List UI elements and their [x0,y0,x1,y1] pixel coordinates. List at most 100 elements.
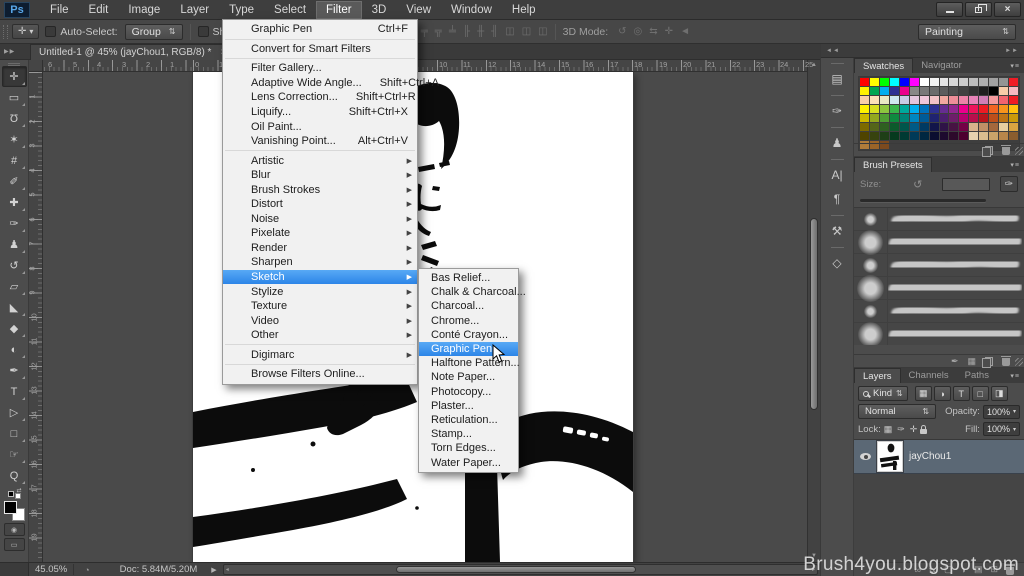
filter-menu-item-video[interactable]: Video ▶ [223,313,417,328]
filter-menu-item-artistic[interactable]: Artistic ▶ [223,153,417,168]
paint-bucket-tool[interactable]: ◣ [2,297,27,318]
menubar-item-select[interactable]: Select [264,1,316,19]
brush-preset-row[interactable] [854,229,1024,255]
default-colors-icon[interactable]: ⇄ [7,488,22,499]
tab-channels[interactable]: Channels [901,368,957,383]
tab-navigator[interactable]: Navigator [913,58,970,73]
swatch[interactable] [889,87,899,95]
swatch[interactable] [989,132,999,140]
swatch[interactable] [919,132,929,140]
swatch[interactable] [909,87,919,95]
clone-source-panel-button[interactable]: ♟ [824,131,851,155]
delete-swatch-icon[interactable] [1001,144,1011,155]
swatch[interactable] [999,78,1009,86]
sketch-submenu-item-water-paper[interactable]: Water Paper... [419,455,518,469]
menubar-item-layer[interactable]: Layer [170,1,219,19]
brush-panel-button[interactable]: ✑ [824,99,851,123]
swatch[interactable] [949,87,959,95]
swatch[interactable] [949,96,959,104]
brush-footer-icon[interactable]: ✒ [951,356,959,367]
character-panel-button[interactable]: A| [824,163,851,187]
layer-visibility-eye-icon[interactable] [860,453,871,460]
swatch[interactable] [889,132,899,140]
swatch[interactable] [869,96,879,104]
swatch[interactable] [999,123,1009,131]
swatch[interactable] [869,123,879,131]
blend-mode-select[interactable]: Normal ⇅ [858,404,937,419]
swatch[interactable] [949,78,959,86]
swatch[interactable] [979,123,989,131]
panel-group-grip[interactable] [830,215,844,216]
blur-tool[interactable]: ◆ [2,318,27,339]
swatch[interactable] [860,78,869,86]
panel-group-grip[interactable] [830,159,844,160]
swatch[interactable] [979,96,989,104]
brush-tool[interactable]: ✑ [2,213,27,234]
workspace-select[interactable]: Painting ⇅ [918,23,1016,40]
panel-group-grip[interactable] [830,127,844,128]
expand-panels-icon[interactable]: ►► [1005,48,1019,54]
menubar-item-window[interactable]: Window [441,1,502,19]
swatch[interactable] [979,105,989,113]
scroll-left-icon[interactable]: ◂ [226,566,229,574]
swatch[interactable] [929,132,939,140]
lasso-tool[interactable]: Ʊ [2,108,27,129]
swatch[interactable] [869,114,879,122]
filter-menu-item-graphic-pen[interactable]: Graphic Pen Ctrl+F [223,22,417,37]
filter-menu-item-lens-correction[interactable]: Lens Correction... Shift+Ctrl+R [223,90,417,105]
swatch[interactable] [939,78,949,86]
swatch[interactable] [889,114,899,122]
clone-stamp-tool[interactable]: ♟ [2,234,27,255]
swatch[interactable] [929,96,939,104]
tab-paths[interactable]: Paths [957,368,997,383]
swatch[interactable] [860,105,869,113]
layer-filter-icon[interactable]: T [952,386,970,401]
layer-filter-icon[interactable]: ◨ [990,386,1008,401]
swatch[interactable] [860,96,869,104]
tab-swatches[interactable]: Swatches [854,58,914,73]
layer-row-selected[interactable]: jayChou1 [854,440,1024,474]
filter-menu-item-liquify[interactable]: Liquify... Shift+Ctrl+X [223,105,417,120]
swatch[interactable] [899,132,909,140]
swatch[interactable] [879,87,889,95]
delete-brush-icon[interactable] [1001,355,1011,366]
filter-menu-item-browse-filters-online[interactable]: Browse Filters Online... [223,367,417,382]
swatch[interactable] [869,78,879,86]
swatch[interactable] [939,114,949,122]
swatch[interactable] [999,132,1009,140]
filter-menu-item-convert-for-smart-filters[interactable]: Convert for Smart Filters [223,42,417,57]
swatch[interactable] [909,105,919,113]
restore-button[interactable] [965,2,992,17]
swatch[interactable] [899,114,909,122]
swatch[interactable] [969,114,979,122]
swatch[interactable] [969,132,979,140]
filter-menu-item-sharpen[interactable]: Sharpen ▶ [223,255,417,270]
brush-size-slider[interactable] [860,199,986,202]
swatch[interactable] [999,96,1009,104]
swatch[interactable] [869,87,879,95]
swatch[interactable] [860,123,869,131]
panel-resize-grip[interactable] [1015,147,1023,155]
swatch[interactable] [959,123,969,131]
pen-tool[interactable]: ✒ [2,360,27,381]
swatch[interactable] [1009,96,1018,104]
swatch[interactable] [1009,132,1018,140]
paragraph-panel-button[interactable]: ¶ [824,187,851,211]
swatch[interactable] [989,123,999,131]
filter-menu-item-other[interactable]: Other ▶ [223,328,417,343]
dodge-tool[interactable]: ◐ [2,339,27,360]
filter-menu-item-texture[interactable]: Texture ▶ [223,299,417,314]
swatch[interactable] [909,114,919,122]
swatch[interactable] [929,78,939,86]
horizontal-scrollbar[interactable]: ◂ ▸ [222,564,818,575]
sketch-submenu-item-chalk-charcoal[interactable]: Chalk & Charcoal... [419,285,526,299]
swatch[interactable] [959,96,969,104]
swatch[interactable] [1009,114,1018,122]
filter-menu-item-digimarc[interactable]: Digimarc ▶ [223,347,417,362]
vertical-scrollbar[interactable]: ▲ ▼ [807,60,820,562]
swatch[interactable] [979,114,989,122]
group-select[interactable]: Group ⇅ [124,23,183,40]
collapse-panels-icon[interactable]: ◄◄ [826,48,840,54]
eyedropper-tool[interactable]: ✐ [2,171,27,192]
swatch[interactable] [1009,123,1018,131]
